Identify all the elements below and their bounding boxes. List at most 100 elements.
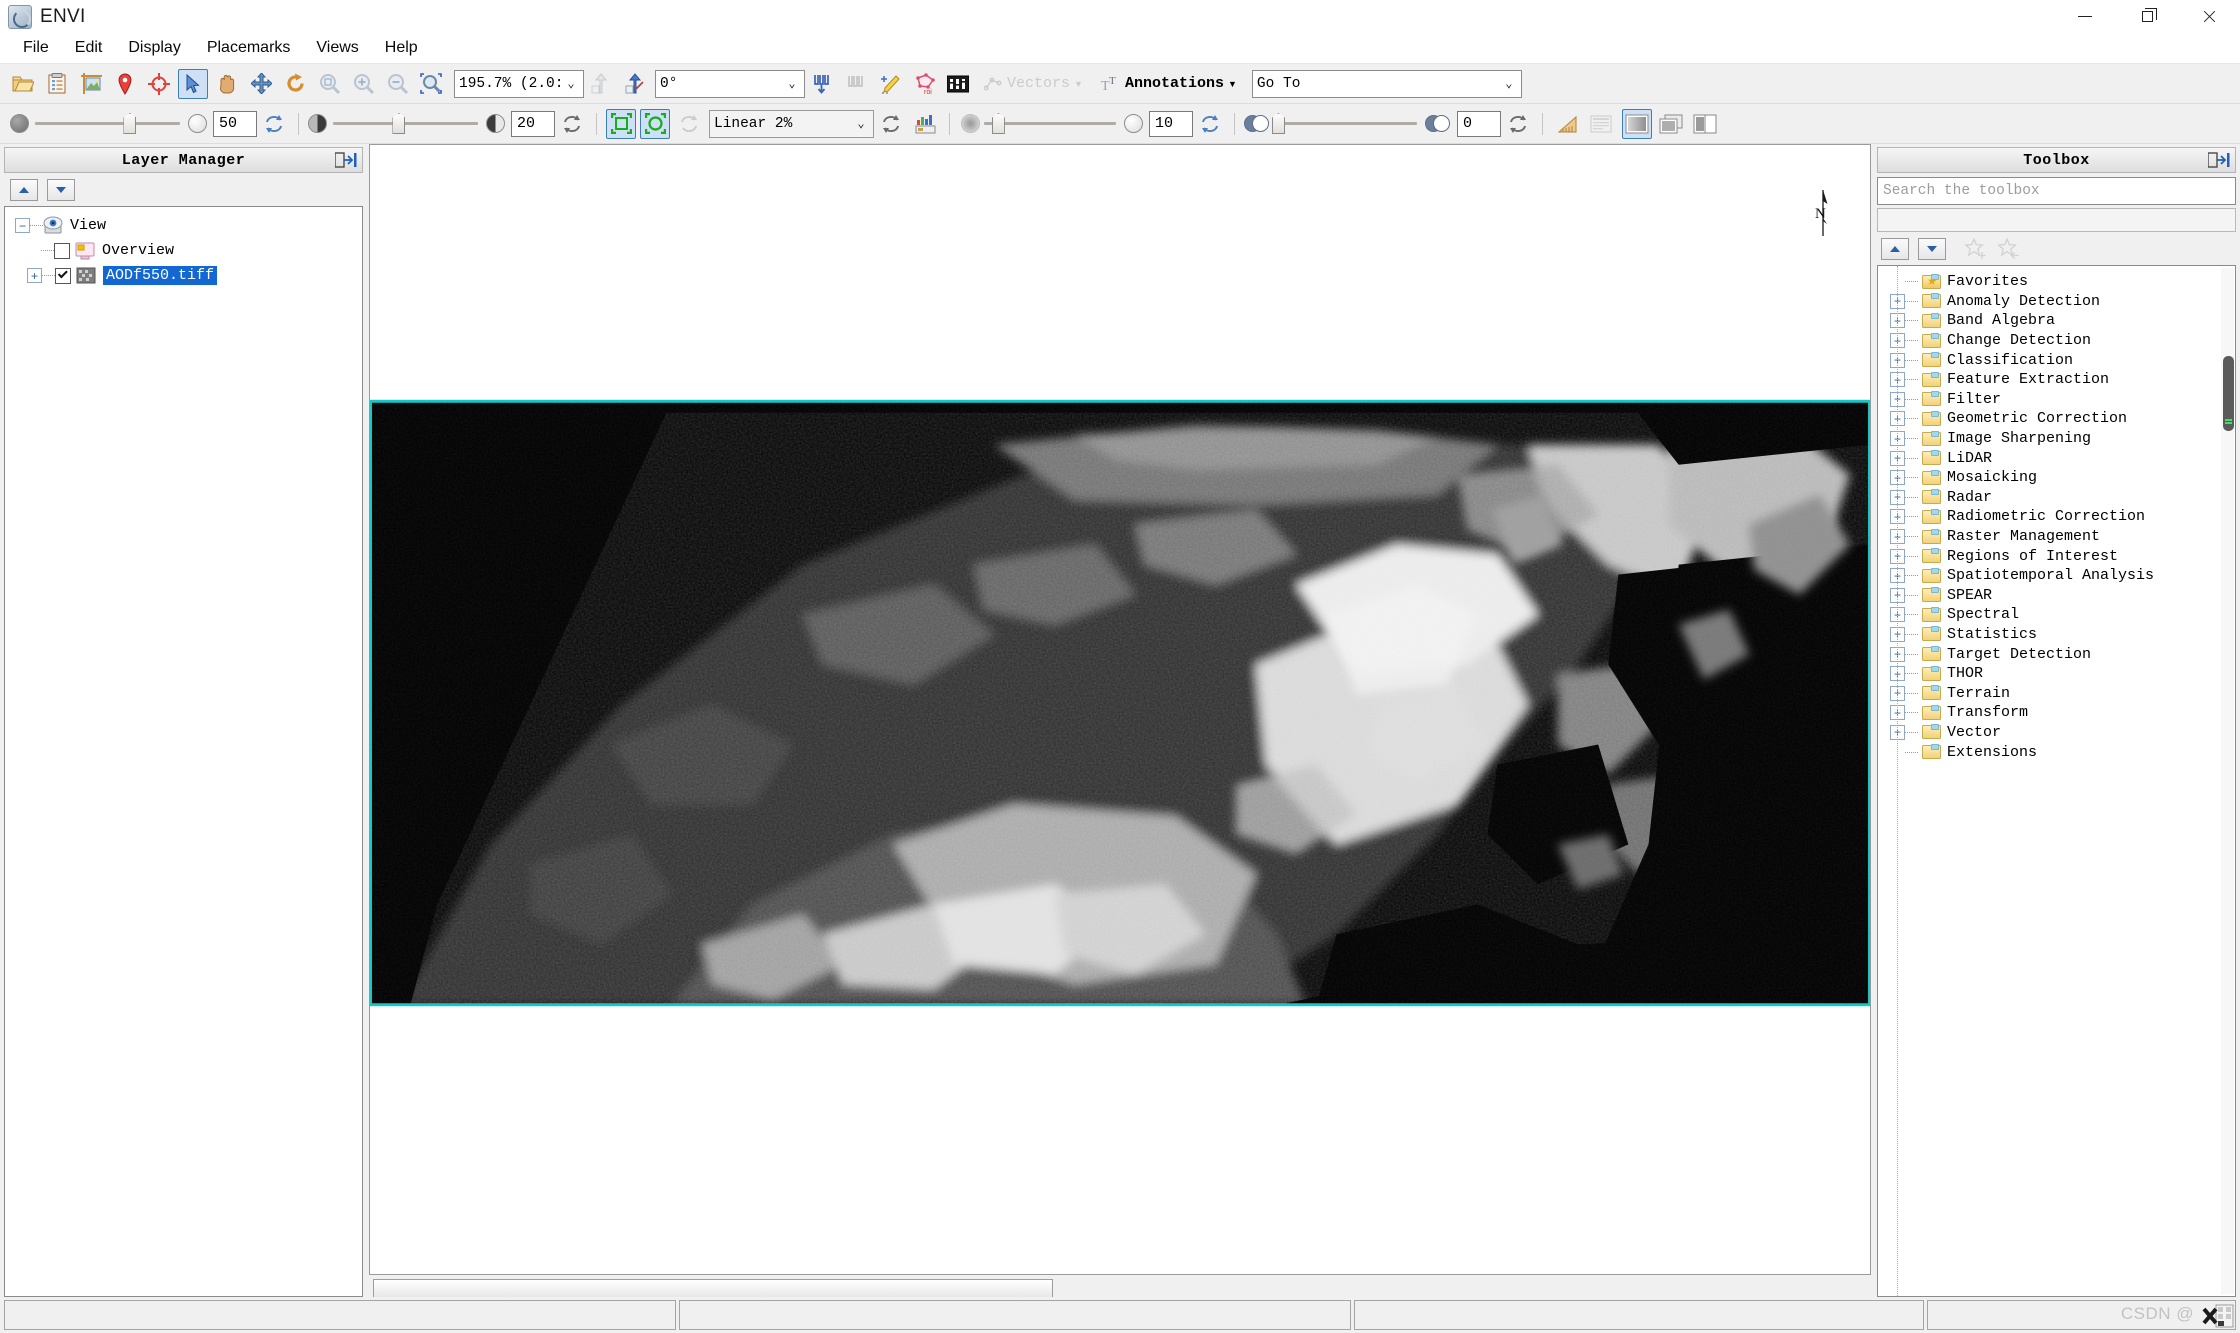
blend-reset-button[interactable]	[1503, 109, 1533, 139]
toolbox-item[interactable]: + Radar	[1878, 488, 2235, 508]
brightness-reset-button[interactable]	[557, 109, 587, 139]
contrast-zoom-fit-button[interactable]	[606, 108, 636, 139]
toolbox-item[interactable]: + Target Detection	[1878, 644, 2235, 664]
placemark-button[interactable]	[110, 69, 140, 99]
transparency-slider-thumb[interactable]	[123, 113, 137, 134]
view-split-button[interactable]	[1690, 109, 1720, 139]
layer-tree-item-overview[interactable]: Overview	[5, 238, 362, 263]
toolbox-item[interactable]: + Vector	[1878, 723, 2235, 743]
toolbox-item[interactable]: + Transform	[1878, 703, 2235, 723]
toolbox-item[interactable]: + Change Detection	[1878, 331, 2235, 351]
annotation-pen-button[interactable]	[875, 69, 905, 99]
transparency-reset-button[interactable]	[259, 109, 289, 139]
vectors-menu[interactable]: Vectors ▼	[977, 69, 1090, 99]
sharpen-slider[interactable]	[984, 113, 1116, 134]
open-file-button[interactable]	[8, 69, 38, 99]
layer-tree-item-raster[interactable]: + AODf550.tiff	[5, 263, 362, 288]
menu-views[interactable]: Views	[303, 36, 371, 60]
toolbox-item[interactable]: + Regions of Interest	[1878, 546, 2235, 566]
image-view-canvas[interactable]: N	[369, 144, 1871, 1275]
screen-capture-button[interactable]	[1586, 109, 1616, 139]
menu-display[interactable]: Display	[115, 36, 193, 60]
contrast-zoom-region-button[interactable]	[640, 108, 670, 139]
stretch-refresh-button[interactable]	[674, 109, 704, 139]
stretch-reset-button[interactable]	[876, 109, 906, 139]
sharpen-slider-thumb[interactable]	[991, 113, 1005, 134]
toolbox-item[interactable]: + Feature Extraction	[1878, 370, 2235, 390]
toolbox-item[interactable]: ★ Favorites	[1878, 272, 2235, 292]
stretch-combo[interactable]: Linear 2% ⌄	[709, 109, 874, 138]
menu-placemarks[interactable]: Placemarks	[194, 36, 304, 60]
region-of-interest-button[interactable]: roi	[909, 69, 939, 99]
toolbox-item[interactable]: + Statistics	[1878, 625, 2235, 645]
view-tab-active[interactable]	[373, 1279, 1053, 1297]
toolbox-item[interactable]: + Anomaly Detection	[1878, 292, 2235, 312]
toolbox-scrollbar-thumb[interactable]	[2223, 356, 2234, 431]
layer-visibility-checkbox-raster[interactable]	[55, 267, 71, 284]
zoom-to-selection-button[interactable]	[416, 69, 446, 99]
rotate-button[interactable]	[280, 69, 310, 99]
toolbox-item[interactable]: + Image Sharpening	[1878, 429, 2235, 449]
blend-slider[interactable]	[1272, 113, 1417, 134]
histogram-stretch-button[interactable]	[910, 109, 940, 139]
toolbox-item[interactable]: + Filter	[1878, 390, 2235, 410]
pin-panel-icon[interactable]	[335, 152, 357, 169]
toolbox-item[interactable]: + Raster Management	[1878, 527, 2235, 547]
zoom-to-extent-button[interactable]	[314, 69, 344, 99]
blend-slider-thumb[interactable]	[1272, 113, 1285, 134]
annotations-menu[interactable]: T T Annotations ▼	[1094, 69, 1244, 99]
zoom-level-combo[interactable]: 195.7% (2.0:: ⌄	[454, 69, 584, 98]
blend-value[interactable]: 0	[1457, 110, 1501, 137]
toolbox-item[interactable]: + Spectral	[1878, 605, 2235, 625]
open-recent-button[interactable]	[42, 69, 72, 99]
expander-collapse-icon[interactable]: −	[15, 218, 30, 233]
spectral-profile-alt-button[interactable]	[841, 69, 871, 99]
move-layer-up-button[interactable]	[10, 178, 38, 201]
menu-edit[interactable]: Edit	[62, 36, 116, 60]
zoom-in-button[interactable]	[348, 69, 378, 99]
transparency-value[interactable]: 50	[213, 110, 257, 137]
menu-file[interactable]: File	[10, 36, 62, 60]
toolbox-item[interactable]: + Radiometric Correction	[1878, 507, 2235, 527]
close-button[interactable]	[2178, 0, 2240, 33]
layer-visibility-checkbox-overview[interactable]	[54, 242, 70, 259]
view-stacked-button[interactable]	[1656, 109, 1686, 139]
minimize-button[interactable]	[2054, 0, 2116, 33]
measure-tool-button[interactable]	[1552, 109, 1582, 139]
toolbox-item[interactable]: + SPEAR	[1878, 586, 2235, 606]
raster-image[interactable]	[370, 145, 1870, 1274]
toolbox-item[interactable]: + Geometric Correction	[1878, 409, 2235, 429]
goto-combo[interactable]: Go To ⌄	[1251, 69, 1522, 98]
menu-help[interactable]: Help	[372, 36, 431, 60]
toolbox-item[interactable]: + Spatiotemporal Analysis	[1878, 566, 2235, 586]
crop-raster-button[interactable]	[76, 69, 106, 99]
band-math-button[interactable]	[943, 69, 973, 99]
toolbox-item[interactable]: + Mosaicking	[1878, 468, 2235, 488]
toolbox-item[interactable]: + LiDAR	[1878, 448, 2235, 468]
zoom-out-button[interactable]	[382, 69, 412, 99]
toolbox-item[interactable]: + THOR	[1878, 664, 2235, 684]
toolbox-item[interactable]: Extensions	[1878, 742, 2235, 762]
brightness-slider[interactable]	[333, 113, 478, 134]
brightness-value[interactable]: 20	[511, 110, 555, 137]
fly-button[interactable]	[246, 69, 276, 99]
transparency-slider[interactable]	[35, 113, 180, 134]
toolbox-item[interactable]: + Classification	[1878, 350, 2235, 370]
expander-expand-icon[interactable]: +	[27, 268, 42, 283]
north-up-button[interactable]	[586, 69, 616, 99]
toolbox-item[interactable]: + Terrain	[1878, 683, 2235, 703]
maximize-button[interactable]	[2116, 0, 2178, 33]
select-pointer-button[interactable]	[178, 68, 208, 99]
toolbox-filter-bar[interactable]	[1877, 208, 2236, 232]
toolbox-collapse-down-button[interactable]	[1918, 237, 1946, 260]
toolbox-tree[interactable]: ★ Favorites + Anomaly Detection + Band Algebr…	[1877, 265, 2236, 1297]
toolbox-collapse-up-button[interactable]	[1881, 237, 1909, 260]
brightness-slider-thumb[interactable]	[392, 113, 406, 134]
view-single-button[interactable]	[1622, 108, 1652, 139]
remove-favorite-star-icon[interactable]	[1998, 237, 2022, 260]
pin-panel-icon[interactable]	[2208, 152, 2230, 169]
layer-tree-item-view[interactable]: − View	[5, 213, 362, 238]
sharpen-reset-button[interactable]	[1195, 109, 1225, 139]
layer-tree[interactable]: − View Overview + AODf550.tiff	[4, 206, 363, 1297]
spectral-profile-button[interactable]	[807, 69, 837, 99]
